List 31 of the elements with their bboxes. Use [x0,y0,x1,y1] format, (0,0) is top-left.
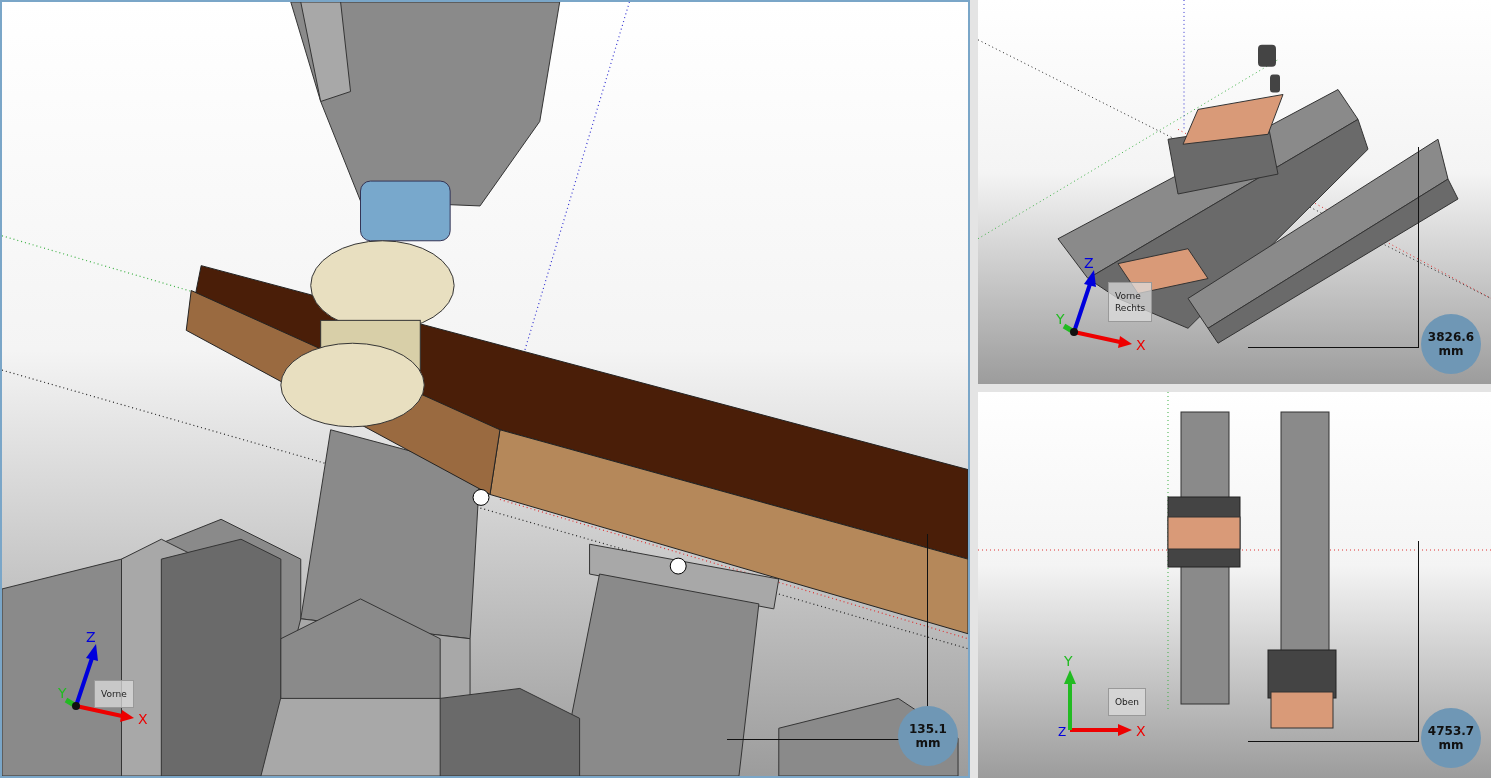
z-axis-label: Z [1084,255,1094,271]
view-cube[interactable]: Vorne Rechts [1108,282,1153,322]
y-axis-label: Y [1056,311,1065,327]
y-axis-label: Y [1064,653,1073,669]
view-cube[interactable]: Oben [1108,688,1147,716]
vertical-splitter[interactable] [970,0,978,778]
y-axis-arrow-icon [1064,670,1076,730]
viewport[interactable]: Oben X Y Z 4753.7 mm [978,392,1491,778]
view-cube-face-label: Vorne [1115,291,1142,301]
viewport[interactable]: Vorne Rechts X Y Z 3826.6 mm [978,0,1491,384]
x-axis-label: X [1136,337,1146,353]
scale-unit: mm [1438,344,1464,358]
x-axis-label: X [138,711,148,727]
scale-unit: mm [1438,738,1464,752]
horizontal-splitter[interactable] [978,384,1491,392]
y-axis-arrow-icon [1062,323,1078,336]
z-axis-label: Z [1058,725,1067,739]
scale-value: 4753.7 [1427,724,1475,738]
y-axis-label: Y [58,685,67,701]
scale-value: 135.1 [909,722,947,736]
z-axis-label: Z [86,629,96,645]
view-cube-face-label: Vorne [101,689,127,699]
y-axis-arrow-icon [64,697,80,710]
viewport[interactable]: Vorne X Y Z 135.1 mm [0,0,970,778]
x-axis-label: X [1136,723,1146,739]
view-cube[interactable]: Vorne [94,680,134,708]
view-cube-face-label: Oben [1115,697,1140,707]
view-cube-face-label: Rechts [1115,303,1146,313]
x-axis-arrow-icon [1070,724,1132,736]
scale-value: 3826.6 [1427,330,1475,344]
scale-unit: mm [915,736,941,750]
